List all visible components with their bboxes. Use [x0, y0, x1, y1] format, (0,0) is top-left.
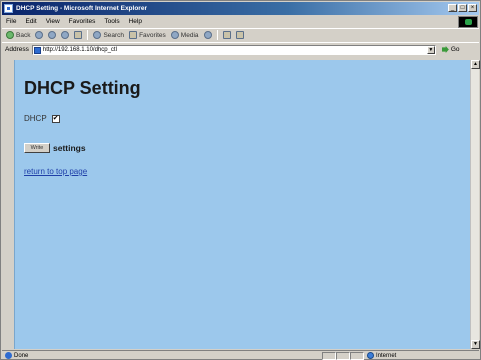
- favorites-button[interactable]: Favorites: [129, 31, 166, 39]
- address-url: http://192.168.1.10/dhcp_ctl: [42, 46, 117, 53]
- vertical-scrollbar[interactable]: ▲ ▼: [470, 60, 480, 349]
- back-button[interactable]: Back: [6, 31, 30, 39]
- search-button[interactable]: Search: [93, 31, 124, 39]
- stop-icon: [48, 31, 57, 39]
- return-to-top-link[interactable]: return to top page: [24, 167, 87, 176]
- media-button[interactable]: Media: [170, 31, 199, 39]
- status-bar: Done Internet: [2, 350, 479, 360]
- window-title: DHCP Setting - Microsoft Internet Explor…: [16, 5, 147, 12]
- menu-edit[interactable]: Edit: [25, 18, 36, 25]
- dhcp-option-row: DHCP ✔: [24, 114, 60, 123]
- internet-zone-icon: [367, 352, 374, 359]
- mail-icon: [222, 31, 231, 39]
- write-settings-row: Write settings: [24, 143, 86, 153]
- back-label: Back: [16, 31, 31, 39]
- history-icon: [203, 31, 212, 39]
- minimize-button[interactable]: _: [448, 4, 457, 12]
- stop-button[interactable]: [48, 31, 57, 39]
- media-label: Media: [180, 31, 199, 39]
- favorites-label: Favorites: [139, 31, 166, 39]
- search-label: Search: [103, 31, 125, 39]
- window-controls: _ □ ×: [448, 4, 477, 12]
- media-icon: [170, 31, 179, 39]
- close-button[interactable]: ×: [468, 4, 477, 12]
- mail-button[interactable]: [222, 31, 231, 39]
- status-panel: Done: [2, 352, 322, 359]
- go-arrow-icon: [441, 46, 449, 53]
- maximize-button[interactable]: □: [458, 4, 467, 12]
- address-label: Address: [5, 46, 29, 53]
- home-button[interactable]: [74, 31, 83, 39]
- refresh-button[interactable]: [61, 31, 70, 39]
- menu-favorites[interactable]: Favorites: [69, 18, 96, 25]
- page-icon: [33, 46, 41, 54]
- address-dropdown-button[interactable]: ▼: [426, 45, 435, 54]
- menu-bar: File Edit View Favorites Tools Help: [2, 16, 479, 27]
- toolbar-separator: [216, 30, 218, 40]
- status-text: Done: [14, 352, 29, 359]
- menu-file[interactable]: File: [6, 18, 16, 25]
- history-button[interactable]: [203, 31, 212, 39]
- page-done-icon: [5, 352, 12, 359]
- standard-toolbar: Back Search Favorites Media: [2, 28, 479, 41]
- status-panel-empty: [322, 351, 336, 360]
- menu-tools[interactable]: Tools: [104, 18, 119, 25]
- favorites-icon: [129, 31, 138, 39]
- home-icon: [74, 31, 83, 39]
- dhcp-checkbox[interactable]: ✔: [51, 114, 60, 123]
- scroll-down-button[interactable]: ▼: [471, 340, 480, 349]
- dhcp-label: DHCP: [24, 114, 47, 123]
- address-input[interactable]: http://192.168.1.10/dhcp_ctl ▼: [31, 44, 436, 55]
- refresh-icon: [61, 31, 70, 39]
- status-panel-empty: [336, 351, 350, 360]
- menu-help[interactable]: Help: [129, 18, 142, 25]
- page-content: DHCP Setting DHCP ✔ Write settings retur…: [14, 60, 470, 349]
- security-zone: Internet: [364, 352, 444, 359]
- zone-text: Internet: [376, 352, 397, 359]
- forward-arrow-icon: [35, 31, 44, 39]
- print-button[interactable]: [235, 31, 244, 39]
- write-button[interactable]: Write: [24, 143, 50, 153]
- title-bar: DHCP Setting - Microsoft Internet Explor…: [2, 2, 479, 15]
- scroll-up-button[interactable]: ▲: [471, 60, 480, 69]
- back-arrow-icon: [6, 31, 14, 39]
- print-icon: [235, 31, 244, 39]
- toolbar-separator: [87, 30, 89, 40]
- browser-window: DHCP Setting - Microsoft Internet Explor…: [0, 0, 481, 360]
- go-label: Go: [450, 46, 460, 53]
- go-button[interactable]: Go: [441, 46, 460, 53]
- forward-button[interactable]: [35, 31, 44, 39]
- windows-logo-throbber: [458, 16, 478, 28]
- page-title: DHCP Setting: [24, 78, 141, 98]
- ie-app-icon: [4, 4, 13, 13]
- status-panel-empty: [350, 351, 364, 360]
- menu-view[interactable]: View: [46, 18, 60, 25]
- address-bar: Address http://192.168.1.10/dhcp_ctl ▼ G…: [2, 42, 479, 56]
- search-icon: [93, 31, 102, 39]
- settings-label: settings: [53, 143, 86, 153]
